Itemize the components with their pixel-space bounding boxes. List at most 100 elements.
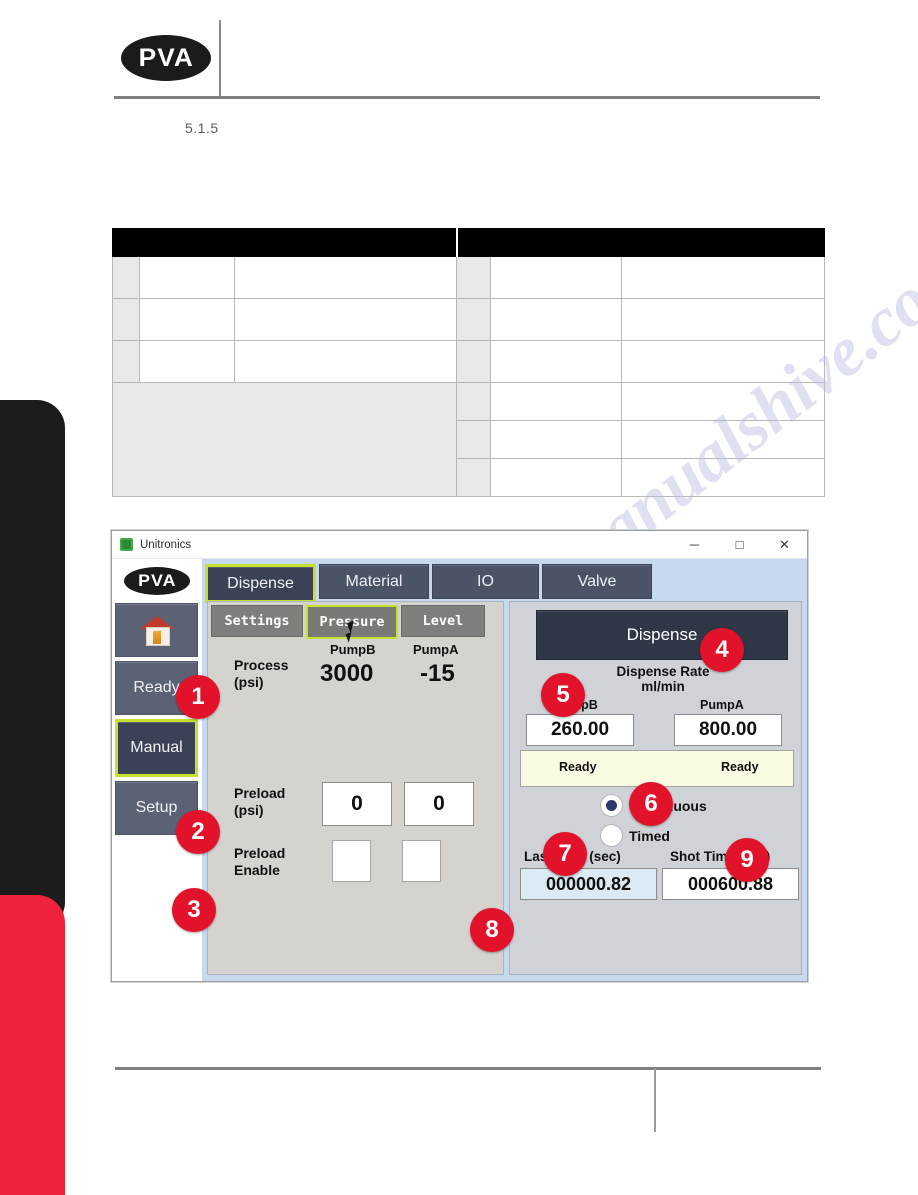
preload-pump-b-input[interactable]: 0	[322, 782, 392, 826]
subtab-settings[interactable]: Settings	[211, 605, 303, 637]
table-header-row	[112, 228, 825, 257]
preload-label-line1: Preload	[234, 785, 286, 801]
callout-badge-2: 2	[176, 810, 220, 854]
process-pump-a-value: -15	[420, 660, 455, 687]
pva-logo-icon: PVA	[124, 567, 190, 595]
table-cell	[456, 298, 491, 341]
tab-label: Dispense	[227, 574, 294, 592]
maximize-icon[interactable]: □	[717, 532, 762, 558]
minimize-icon[interactable]: ─	[672, 532, 717, 558]
table-cell	[139, 256, 235, 299]
preload-enable-label-line1: Preload	[234, 845, 286, 861]
table-cell	[621, 340, 825, 383]
table-cell	[234, 256, 457, 299]
radio-timed[interactable]	[600, 824, 623, 847]
rate-pump-a-label: PumpA	[700, 698, 744, 712]
unitronics-app-icon	[120, 538, 133, 551]
process-label: Process (psi)	[234, 657, 288, 691]
table-cell	[234, 340, 457, 383]
radio-timed-label: Timed	[629, 827, 670, 844]
preload-pump-a-input[interactable]: 0	[404, 782, 474, 826]
callout-badge-9: 9	[725, 838, 769, 882]
preload-enable-label: Preload Enable	[234, 845, 285, 879]
callout-badge-3: 3	[172, 888, 216, 932]
table-row	[112, 382, 825, 497]
page-edge-tab-black	[0, 400, 65, 930]
dispense-button[interactable]: Dispense	[536, 610, 788, 660]
table-cell	[139, 340, 235, 383]
tab-io[interactable]: IO	[432, 564, 539, 599]
callout-badge-5: 5	[541, 673, 585, 717]
subtab-label: Settings	[224, 613, 290, 629]
pressure-pane: Settings Pressure Level PumpB PumpA Proc…	[207, 601, 504, 975]
process-label-line1: Process	[234, 657, 289, 673]
table-cell	[621, 420, 825, 459]
radio-continuous[interactable]	[600, 794, 623, 817]
tab-label: Material	[345, 572, 403, 590]
callout-badge-7: 7	[543, 832, 587, 876]
tab-material[interactable]: Material	[319, 564, 429, 599]
table-cell	[112, 298, 140, 341]
preload-label-line2: (psi)	[234, 802, 264, 818]
sidebar-item-home[interactable]	[115, 603, 198, 657]
table-cell	[456, 382, 491, 421]
dispense-button-label: Dispense	[626, 625, 698, 644]
pva-logo-icon: PVA	[121, 35, 211, 81]
pump-status-bar: Ready Ready	[520, 750, 794, 787]
table-cell	[456, 458, 491, 497]
last-shot-input[interactable]: 000000.82	[520, 868, 657, 900]
subtab-level[interactable]: Level	[401, 605, 485, 637]
tab-label: Valve	[577, 572, 617, 590]
sidebar-logo: PVA	[112, 561, 202, 601]
sidebar-item-manual[interactable]: Manual	[115, 719, 198, 777]
callout-badge-8: 8	[470, 908, 514, 952]
callout-badge-4: 4	[700, 628, 744, 672]
pva-logo-text: PVA	[138, 43, 194, 72]
content-table	[112, 228, 825, 497]
table-cell	[621, 298, 825, 341]
table-header-cell-right	[455, 228, 825, 257]
table-cell	[490, 340, 622, 383]
table-row	[112, 298, 825, 341]
preload-enable-b-checkbox[interactable]	[332, 840, 371, 882]
window-titlebar: Unitronics ─ □ ✕	[112, 531, 807, 559]
table-cell	[234, 298, 457, 341]
preload-enable-a-checkbox[interactable]	[402, 840, 441, 882]
table-cell	[456, 420, 491, 459]
subtab-label: Level	[422, 613, 464, 629]
header-vertical-divider	[219, 20, 221, 97]
window-controls: ─ □ ✕	[672, 532, 807, 558]
tab-bar: Dispense Material IO Valve	[202, 559, 807, 603]
table-cell	[621, 382, 825, 421]
table-cell	[490, 458, 622, 497]
table-header-cell-left	[112, 228, 457, 257]
application-body: PVA Ready Manual Setup Dispense Material…	[112, 559, 807, 981]
table-cell	[456, 256, 491, 299]
preload-enable-label-line2: Enable	[234, 862, 280, 878]
pump-b-status: Ready	[559, 760, 597, 774]
preload-label: Preload (psi)	[234, 785, 285, 819]
rate-pump-b-input[interactable]: 260.00	[526, 714, 634, 746]
table-cell	[490, 382, 622, 421]
table-cell	[621, 256, 825, 299]
process-pump-b-value: 3000	[320, 660, 374, 687]
header-horizontal-divider	[114, 96, 820, 99]
pva-logo-text: PVA	[137, 571, 177, 590]
footer-horizontal-divider	[115, 1067, 821, 1070]
callout-badge-1: 1	[176, 675, 220, 719]
tab-valve[interactable]: Valve	[542, 564, 652, 599]
table-cell	[139, 298, 235, 341]
table-cell	[490, 298, 622, 341]
footer-vertical-divider	[654, 1068, 656, 1132]
process-label-line2: (psi)	[234, 674, 264, 690]
mode-timed-row[interactable]: Timed	[600, 824, 670, 847]
rate-pump-a-input[interactable]: 800.00	[674, 714, 782, 746]
sidebar-item-label: Ready	[133, 679, 180, 696]
table-cell	[456, 340, 491, 383]
page-edge-tab-red	[0, 895, 65, 1195]
sidebar-item-label: Manual	[130, 739, 183, 756]
callout-badge-6: 6	[629, 782, 673, 826]
close-icon[interactable]: ✕	[762, 532, 807, 558]
subtab-bar: Settings Pressure Level	[208, 602, 503, 639]
table-cell	[621, 458, 825, 497]
